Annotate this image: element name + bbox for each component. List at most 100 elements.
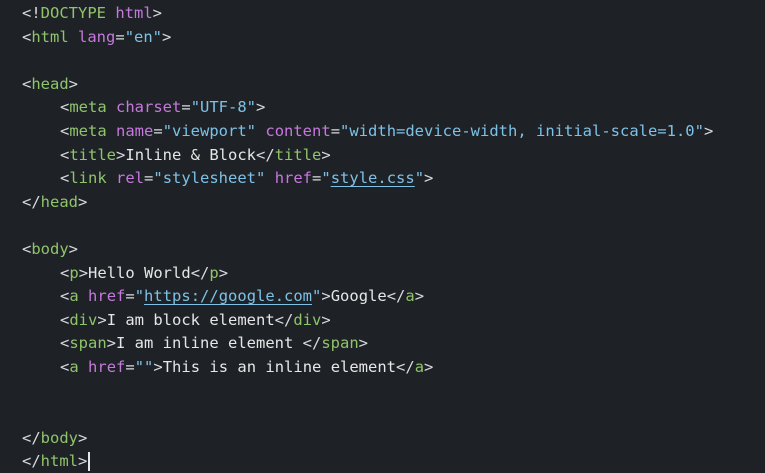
code-string: ": [321, 169, 331, 188]
code-string: "viewport": [162, 121, 257, 140]
code-attribute: rel: [116, 169, 145, 188]
code-attribute: href: [88, 287, 126, 306]
code-punctuation: [265, 169, 274, 187]
code-punctuation: [79, 358, 88, 376]
code-punctuation: <: [60, 287, 70, 306]
code-punctuation: [79, 287, 88, 305]
code-tag-name: span: [321, 334, 359, 353]
code-punctuation: >: [321, 310, 331, 329]
code-punctuation: >: [424, 357, 434, 376]
code-line[interactable]: <head>: [0, 73, 765, 97]
code-punctuation: </: [190, 263, 210, 282]
code-punctuation: <: [60, 310, 70, 329]
code-line[interactable]: <!DOCTYPE html>: [0, 2, 765, 26]
code-punctuation: </: [256, 145, 275, 164]
code-punctuation: </: [396, 357, 415, 376]
code-line[interactable]: </head>: [0, 191, 765, 215]
code-line[interactable]: <link rel="stylesheet" href="style.css">: [0, 167, 765, 191]
code-line[interactable]: [0, 214, 765, 238]
code-line[interactable]: <html lang="en">: [0, 26, 765, 50]
code-text: This is an inline element: [162, 357, 397, 376]
code-punctuation: [69, 28, 78, 46]
code-punctuation: >: [78, 428, 88, 447]
code-line[interactable]: <meta charset="UTF-8">: [0, 96, 765, 120]
code-punctuation: </: [22, 428, 41, 447]
code-tag-name: a: [69, 357, 79, 376]
code-string: "stylesheet": [153, 169, 266, 188]
code-punctuation: </: [302, 334, 322, 353]
code-link[interactable]: https://google.com: [144, 287, 312, 305]
code-punctuation: >: [78, 452, 88, 471]
code-punctuation: </: [386, 287, 406, 306]
code-punctuation: [107, 98, 116, 116]
code-punctuation: >: [218, 263, 229, 282]
code-punctuation: <: [22, 74, 32, 93]
code-tag-name: body: [31, 239, 69, 258]
code-punctuation: [107, 122, 116, 140]
code-punctuation: >: [153, 357, 163, 376]
code-punctuation: <: [60, 169, 70, 188]
code-punctuation: >: [106, 334, 117, 353]
code-line[interactable]: <meta name="viewport" content="width=dev…: [0, 120, 765, 144]
code-attribute: href: [88, 357, 126, 376]
code-attribute: lang: [78, 27, 116, 46]
code-string: "UTF-8": [190, 98, 257, 117]
code-text: Inline & Block: [125, 145, 257, 164]
code-tag-name: html: [31, 27, 69, 46]
code-line[interactable]: </html>: [0, 450, 765, 473]
code-tag-name: div: [69, 310, 98, 329]
code-tag-name: meta: [69, 121, 107, 140]
code-line[interactable]: </body>: [0, 427, 765, 451]
code-punctuation: =: [312, 169, 322, 188]
code-line[interactable]: [0, 403, 765, 427]
code-punctuation: >: [703, 121, 714, 140]
code-tag-name: head: [40, 192, 78, 211]
text-cursor: [88, 452, 91, 472]
code-tag-name: title: [69, 145, 117, 164]
code-tag-name: a: [405, 287, 415, 306]
code-punctuation: <: [22, 27, 32, 46]
code-punctuation: =: [144, 169, 154, 188]
code-punctuation: =: [125, 287, 135, 306]
code-punctuation: >: [162, 27, 172, 46]
code-punctuation: =: [115, 27, 125, 46]
code-attribute: content: [265, 121, 331, 140]
code-link[interactable]: style.css: [331, 169, 415, 187]
code-punctuation: >: [358, 334, 368, 353]
code-punctuation: >: [152, 4, 163, 22]
code-line[interactable]: <div>I am block element</div>: [0, 309, 765, 333]
code-punctuation: [256, 122, 265, 140]
code-string: "width=device-width, initial-scale=1.0": [340, 121, 704, 140]
code-text: I am block element: [106, 310, 275, 329]
code-line[interactable]: [0, 380, 765, 404]
code-text: Hello World: [88, 263, 191, 282]
code-punctuation: >: [78, 192, 88, 211]
code-editor[interactable]: <!DOCTYPE html> <html lang="en"> <head> <me…: [0, 0, 765, 473]
code-line[interactable]: <a href="https://google.com">Google</a>: [0, 285, 765, 309]
code-line[interactable]: <a href="">This is an inline element</a>: [0, 356, 765, 380]
code-punctuation: <: [22, 239, 32, 258]
code-punctuation: <: [60, 121, 70, 140]
code-punctuation: >: [116, 145, 126, 164]
code-attribute: charset: [116, 98, 182, 117]
code-line[interactable]: <title>Inline & Block</title>: [0, 144, 765, 168]
code-attribute: href: [274, 169, 313, 188]
code-line[interactable]: [0, 49, 765, 73]
code-tag-name: a: [69, 287, 79, 306]
code-line[interactable]: <body>: [0, 238, 765, 262]
code-tag-name: head: [31, 74, 69, 93]
code-punctuation: <!: [22, 4, 41, 22]
code-punctuation: =: [125, 357, 135, 376]
code-punctuation: </: [22, 192, 41, 211]
code-punctuation: >: [321, 287, 331, 306]
code-tag-name: span: [69, 334, 107, 353]
code-tag-name: meta: [69, 98, 107, 117]
code-line[interactable]: <p>Hello World</p>: [0, 262, 765, 286]
code-punctuation: </: [274, 310, 294, 329]
code-punctuation: <: [60, 357, 70, 376]
code-punctuation: >: [68, 239, 79, 258]
code-string: "": [134, 357, 154, 376]
code-line[interactable]: <span>I am inline element </span>: [0, 332, 765, 356]
code-punctuation: =: [330, 121, 341, 140]
code-tag-name: body: [40, 428, 78, 447]
